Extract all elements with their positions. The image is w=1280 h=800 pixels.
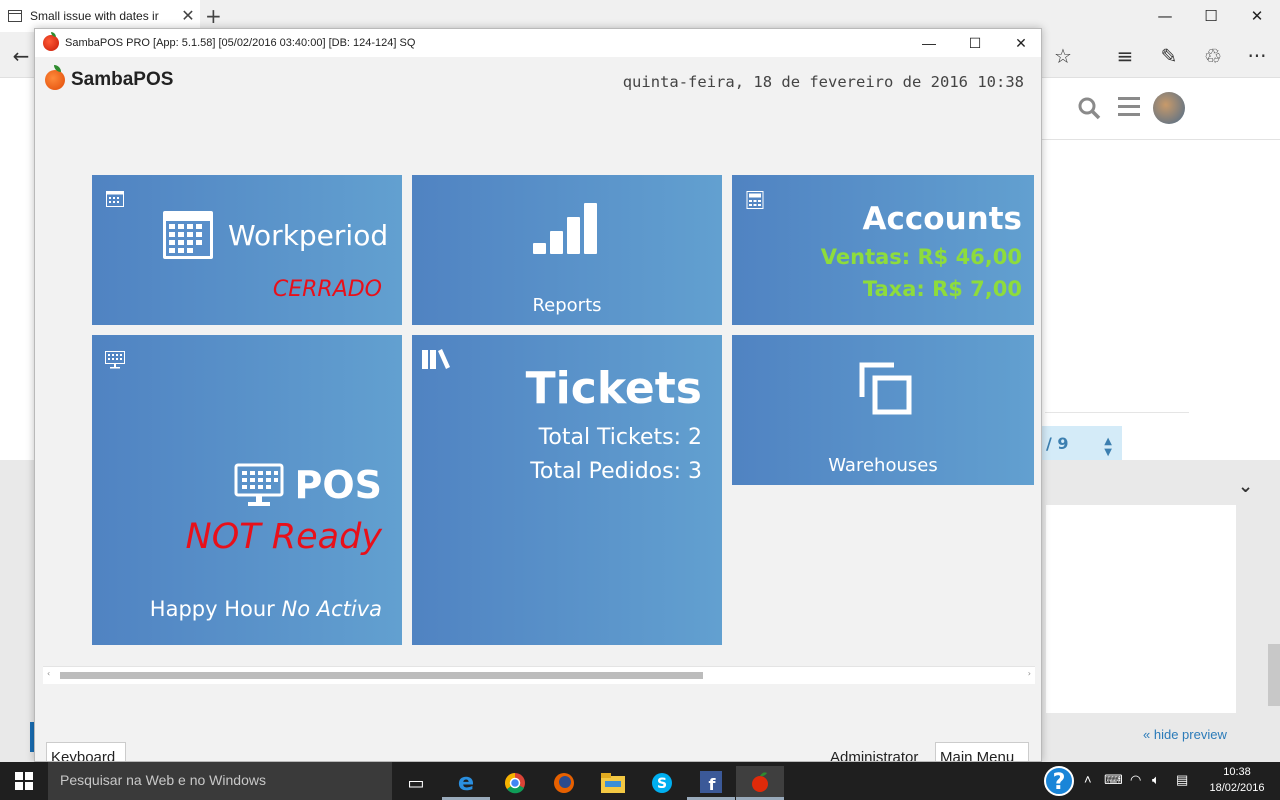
task-view-icon[interactable]: ▭: [392, 766, 440, 800]
taskbar-clock[interactable]: 10:38 18/02/2016: [1200, 764, 1274, 796]
browser-maximize-button[interactable]: ☐: [1188, 0, 1234, 32]
scroll-left-icon[interactable]: ‹: [47, 669, 50, 678]
app-close-button[interactable]: ✕: [998, 29, 1041, 57]
warehouses-label: Warehouses: [828, 455, 938, 476]
total-tickets: Total Tickets: 2: [538, 425, 702, 450]
web-note-icon[interactable]: ✎: [1156, 44, 1182, 68]
books-icon: [422, 349, 450, 369]
logo-text: SambaPOS: [71, 69, 174, 90]
share-icon[interactable]: ♲: [1200, 44, 1226, 68]
happy-hour-label: Happy Hour: [149, 597, 275, 621]
chevron-down-icon[interactable]: ⌄: [1238, 476, 1260, 497]
hamburger-menu-icon[interactable]: [1118, 97, 1140, 117]
notifications-icon[interactable]: ▤: [1176, 772, 1188, 788]
taskbar-search-input[interactable]: Pesquisar na Web e no Windows: [48, 762, 392, 800]
divider: [1045, 412, 1189, 413]
accounts-sales: Ventas: R$ 46,00: [820, 245, 1022, 269]
page-scrollbar[interactable]: [1268, 644, 1280, 706]
main-menu-button[interactable]: Main Menu: [935, 742, 1029, 761]
calendar-small-icon: [106, 191, 124, 207]
happy-hour-state: No Activa: [281, 597, 382, 621]
sambapos-taskbar-icon[interactable]: [736, 766, 784, 800]
skype-icon[interactable]: S: [638, 766, 686, 800]
total-orders: Total Pedidos: 3: [530, 459, 702, 484]
help-icon[interactable]: ?: [1044, 766, 1074, 796]
pager-text: / 9: [1046, 434, 1069, 453]
logo-apple-icon: [45, 65, 65, 90]
scroll-right-icon[interactable]: ›: [1028, 669, 1031, 678]
tickets-title: Tickets: [525, 363, 702, 414]
volume-icon[interactable]: 🔈︎: [1152, 772, 1160, 788]
current-user: Administrator: [830, 749, 919, 762]
chrome-icon[interactable]: [491, 766, 539, 800]
hide-preview-link[interactable]: « hide preview: [1143, 727, 1227, 742]
bar-chart-icon: [533, 203, 597, 254]
accounts-tile[interactable]: Accounts Ventas: R$ 46,00 Taxa: R$ 7,00: [732, 175, 1034, 325]
keyboard-button[interactable]: Keyboard: [46, 742, 126, 761]
tickets-tile[interactable]: Tickets Total Tickets: 2 Total Pedidos: …: [412, 335, 722, 645]
reports-label: Reports: [532, 295, 602, 316]
back-arrow-icon[interactable]: ←: [8, 44, 34, 68]
browser-tab-title: Small issue with dates ir: [30, 9, 159, 23]
pager-select[interactable]: / 9 ▲ ▼: [1040, 426, 1122, 460]
more-icon[interactable]: ···: [1244, 44, 1270, 68]
calendar-icon: [163, 211, 213, 259]
copy-icon: [859, 362, 912, 415]
warehouses-tile[interactable]: Warehouses: [732, 335, 1034, 485]
windows-start-icon[interactable]: [0, 762, 48, 800]
sort-arrows-icon: ▲ ▼: [1104, 436, 1112, 458]
clock-time: 10:38: [1223, 766, 1251, 778]
new-tab-button[interactable]: +: [205, 4, 222, 28]
search-icon[interactable]: [1077, 96, 1101, 120]
app-minimize-button[interactable]: —: [906, 29, 952, 57]
scroll-thumb[interactable]: [60, 672, 703, 679]
sambapos-window: SambaPOS PRO [App: 5.1.58] [05/02/2016 0…: [34, 28, 1042, 762]
wifi-icon[interactable]: ◠: [1130, 772, 1141, 788]
window-title: SambaPOS PRO [App: 5.1.58] [05/02/2016 0…: [65, 37, 416, 49]
background-page-left-gray: [0, 460, 34, 762]
accounts-tax: Taxa: R$ 7,00: [862, 277, 1022, 301]
pos-title: POS: [294, 463, 382, 507]
workperiod-heading: Workperiod: [162, 209, 388, 261]
window-title-bar: SambaPOS PRO [App: 5.1.58] [05/02/2016 0…: [35, 29, 1041, 57]
happy-hour-status: Happy Hour No Activa: [150, 597, 382, 621]
browser-minimize-button[interactable]: —: [1142, 0, 1188, 32]
monitor-small-icon: [105, 351, 125, 369]
current-datetime: quinta-feira, 18 de fevereiro de 2016 10…: [622, 73, 1024, 91]
svg-text:S: S: [657, 776, 667, 792]
accounts-title: Accounts: [862, 201, 1022, 237]
favorite-star-icon[interactable]: ☆: [1050, 44, 1076, 68]
app-maximize-button[interactable]: ☐: [952, 29, 998, 57]
horizontal-scrollbar[interactable]: ‹ ›: [43, 666, 1035, 684]
pos-tile[interactable]: POS NOT Ready Happy Hour No Activa: [92, 335, 402, 645]
preview-box: [1046, 505, 1236, 713]
file-explorer-icon[interactable]: [589, 766, 637, 800]
sambapos-logo: SambaPOS: [45, 65, 174, 91]
pos-heading: POS: [234, 463, 382, 507]
tab-close-icon[interactable]: ✕: [176, 6, 200, 26]
hub-icon[interactable]: ≡: [1112, 44, 1138, 68]
svg-text:f: f: [709, 775, 717, 793]
edge-browser-icon[interactable]: e: [442, 766, 490, 800]
pos-status: NOT Ready: [185, 517, 382, 557]
workperiod-label: Workperiod: [228, 218, 389, 252]
calculator-icon: [746, 191, 764, 209]
firefox-icon[interactable]: [540, 766, 588, 800]
workperiod-status: CERRADO: [272, 277, 382, 302]
reports-tile[interactable]: Reports: [412, 175, 722, 325]
browser-close-button[interactable]: ✕: [1234, 0, 1280, 32]
facebook-icon[interactable]: f: [687, 766, 735, 800]
avatar[interactable]: [1153, 92, 1185, 124]
language-icon[interactable]: ⌨: [1104, 772, 1123, 788]
clock-date: 18/02/2016: [1209, 782, 1265, 794]
tray-chevron-icon[interactable]: ˄: [1084, 772, 1092, 787]
workperiod-tile[interactable]: Workperiod CERRADO: [92, 175, 402, 325]
monitor-icon: [234, 463, 284, 506]
apple-icon: [43, 32, 59, 51]
page-icon: [8, 10, 22, 22]
